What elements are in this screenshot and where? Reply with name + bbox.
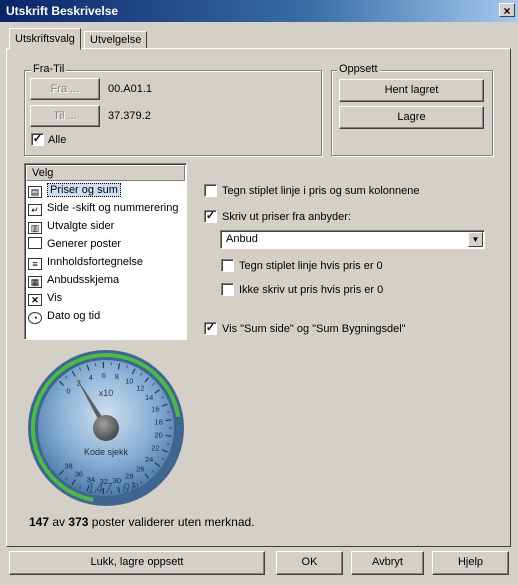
alle-label: Alle	[48, 134, 67, 146]
x-box-icon: ✕	[28, 294, 42, 306]
gauge-multiplier: x10	[99, 388, 114, 398]
chevron-down-icon[interactable]: ▼	[468, 232, 483, 247]
clock-icon: ◔	[28, 312, 42, 324]
gauge-readout: 147 00	[87, 482, 140, 497]
vis-sum-label: Vis "Sum side" og "Sum Bygningsdel"	[222, 323, 406, 335]
tegn-stiplet-null-checkbox[interactable]	[221, 259, 234, 272]
tegn-stiplet-null-label: Tegn stiplet linje hvis pris er 0	[239, 260, 383, 272]
gauge-tick-label: 16	[151, 405, 159, 414]
gauge-tick-label: 12	[136, 384, 144, 393]
alle-checkbox[interactable]: ✓	[31, 133, 44, 146]
toc-icon: ≡	[28, 258, 42, 270]
gauge-tick-label: 0	[66, 387, 70, 396]
fra-til-label: Fra-Til	[31, 63, 67, 75]
status-total: 373	[68, 515, 89, 529]
gauge-tick-label: 24	[145, 455, 153, 464]
list-item-utvalgte[interactable]: ▥ Utvalgte sider	[28, 217, 186, 235]
gauge-tick-label: 20	[154, 431, 162, 440]
lagre-button[interactable]: Lagre	[339, 106, 484, 129]
status-text: poster validerer uten merknad.	[91, 515, 255, 529]
til-button[interactable]: Til ...	[30, 105, 100, 127]
hent-lagret-button[interactable]: Hent lagret	[339, 79, 484, 102]
close-button[interactable]: ×	[499, 3, 515, 18]
gauge-tick-label: 22	[151, 443, 159, 452]
page-break-icon: ↵	[28, 204, 42, 216]
gauge-tick-label: 14	[145, 393, 153, 402]
window-title: Utskrift Beskrivelse	[6, 4, 119, 18]
tegn-stiplet-label: Tegn stiplet linje i pris og sum kolonne…	[222, 185, 420, 197]
list-item-vis[interactable]: ✕ Vis	[28, 289, 186, 307]
status-av: av	[52, 515, 66, 529]
tab-utskriftsvalg[interactable]: Utskriftsvalg	[9, 28, 81, 50]
ikke-skriv-label: Ikke skriv ut pris hvis pris er 0	[239, 284, 384, 296]
gauge-tick-label: 4	[89, 373, 93, 382]
list-item-generer[interactable]: Generer poster	[28, 235, 186, 253]
avbryt-button[interactable]: Avbryt	[351, 551, 424, 575]
lukk-lagre-button[interactable]: Lukk, lagre oppsett	[9, 551, 265, 575]
skriv-ut-priser-label: Skriv ut priser fra anbyder:	[222, 211, 351, 223]
form-icon: ▦	[28, 276, 42, 288]
til-value: 37.379.2	[108, 110, 151, 122]
list-item-innhold[interactable]: ≡ Innholdsfortegnelse	[28, 253, 186, 271]
skriv-ut-priser-checkbox[interactable]: ✓	[204, 210, 217, 223]
status-line: 147 av 373 poster validerer uten merknad…	[29, 515, 255, 529]
tab-utvelgelse[interactable]: Utvelgelse	[84, 31, 148, 49]
status-validated: 147	[29, 515, 50, 529]
gauge-tick-label: 28	[125, 472, 133, 481]
anbyder-select-value: Anbud	[226, 233, 258, 245]
gauge-tick	[165, 434, 172, 437]
vis-sum-checkbox[interactable]: ✓	[204, 322, 217, 335]
gauge-tick-label: 36	[75, 470, 83, 479]
gauge-tick-label: 8	[115, 372, 119, 381]
gauge-tick-label: 10	[125, 376, 133, 385]
anbyder-select[interactable]: Anbud ▼	[220, 230, 485, 249]
list-item-priser[interactable]: ▤ Priser og sum	[28, 181, 186, 199]
gauge-tick-label: 18	[154, 417, 162, 426]
ok-button[interactable]: OK	[276, 551, 343, 575]
list-item-anbud[interactable]: ▦ Anbudsskjema	[28, 271, 186, 289]
velg-header: Velg	[26, 165, 185, 181]
gauge-hub	[93, 415, 119, 441]
hjelp-button[interactable]: Hjelp	[432, 551, 509, 575]
oppsett-label: Oppsett	[337, 63, 380, 75]
gauge-caption: Kode sjekk	[84, 447, 129, 457]
list-item-side-skift[interactable]: ↵ Side -skift og nummerering	[28, 199, 186, 217]
list-item-dato[interactable]: ◔ Dato og tid	[28, 307, 186, 325]
gauge-tick-label: 38	[64, 461, 72, 470]
gauge-tick-label: 6	[102, 371, 106, 380]
gauge-tick-label: 26	[136, 464, 144, 473]
tegn-stiplet-checkbox[interactable]	[204, 184, 217, 197]
fra-button[interactable]: Fra ...	[30, 78, 100, 100]
printer-icon: ▤	[28, 186, 42, 198]
fra-value: 00.A01.1	[108, 83, 153, 95]
document-icon	[28, 237, 42, 249]
pages-icon: ▥	[28, 222, 42, 234]
ikke-skriv-checkbox[interactable]	[221, 283, 234, 296]
gauge-tick	[165, 419, 172, 422]
